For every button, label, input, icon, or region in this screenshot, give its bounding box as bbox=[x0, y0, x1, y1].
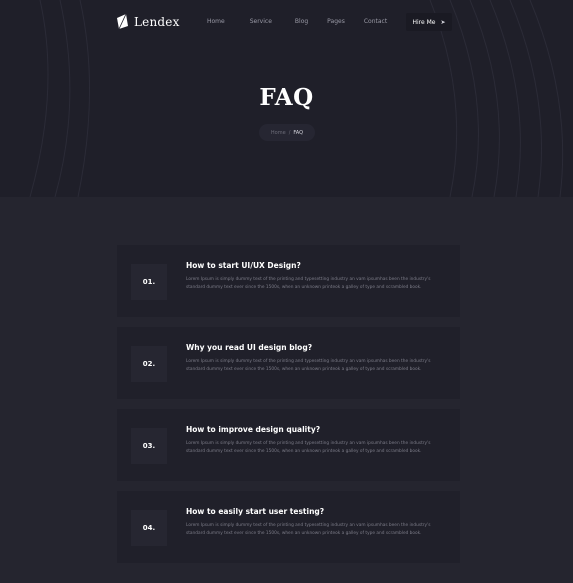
hero-section: Lendex Home Service Blog Pages Contact H… bbox=[0, 0, 573, 197]
faq-question: Why you read UI design blog? bbox=[186, 343, 313, 352]
breadcrumb-separator: / bbox=[288, 129, 291, 136]
faq-number: 03. bbox=[131, 428, 167, 464]
faq-number: 04. bbox=[131, 510, 167, 546]
faq-question: How to improve design quality? bbox=[186, 425, 321, 434]
faq-answer: Lorem Ipsum is simply dummy text of the … bbox=[186, 277, 431, 290]
hire-me-label: Hire Me bbox=[412, 18, 436, 26]
faq-item[interactable]: 03. How to improve design quality? Lorem… bbox=[117, 409, 460, 481]
nav-link-home[interactable]: Home bbox=[207, 18, 225, 25]
brand-name: Lendex bbox=[134, 14, 180, 29]
arrow-right-icon: ➤ bbox=[440, 18, 446, 26]
faq-answer: Lorem Ipsum is simply dummy text of the … bbox=[186, 441, 431, 454]
breadcrumb: Home / FAQ bbox=[259, 124, 315, 141]
nav-links: Home Service Blog Pages Contact bbox=[207, 18, 412, 25]
faq-number: 02. bbox=[131, 346, 167, 382]
faq-answer: Lorem Ipsum is simply dummy text of the … bbox=[186, 359, 431, 372]
faq-number: 01. bbox=[131, 264, 167, 300]
faq-item[interactable]: 04. How to easily start user testing? Lo… bbox=[117, 491, 460, 563]
leaf-page-logo-icon bbox=[117, 14, 128, 29]
faq-question: How to easily start user testing? bbox=[186, 507, 325, 516]
faq-item[interactable]: 01. How to start UI/UX Design? Lorem Ips… bbox=[117, 245, 460, 317]
brand-logo[interactable]: Lendex bbox=[116, 14, 180, 29]
breadcrumb-current: FAQ bbox=[293, 129, 304, 136]
page-title: FAQ bbox=[259, 84, 314, 111]
top-navigation: Lendex Home Service Blog Pages Contact H… bbox=[0, 0, 573, 44]
breadcrumb-home-link[interactable]: Home bbox=[271, 130, 286, 136]
nav-link-contact[interactable]: Contact bbox=[364, 18, 387, 25]
faq-answer: Lorem Ipsum is simply dummy text of the … bbox=[186, 523, 431, 536]
nav-link-blog[interactable]: Blog bbox=[295, 18, 308, 25]
faq-question: How to start UI/UX Design? bbox=[186, 261, 301, 270]
nav-link-pages[interactable]: Pages bbox=[327, 18, 345, 25]
nav-link-service[interactable]: Service bbox=[250, 18, 272, 25]
hire-me-button[interactable]: Hire Me ➤ bbox=[406, 13, 452, 31]
faq-item[interactable]: 02. Why you read UI design blog? Lorem I… bbox=[117, 327, 460, 399]
